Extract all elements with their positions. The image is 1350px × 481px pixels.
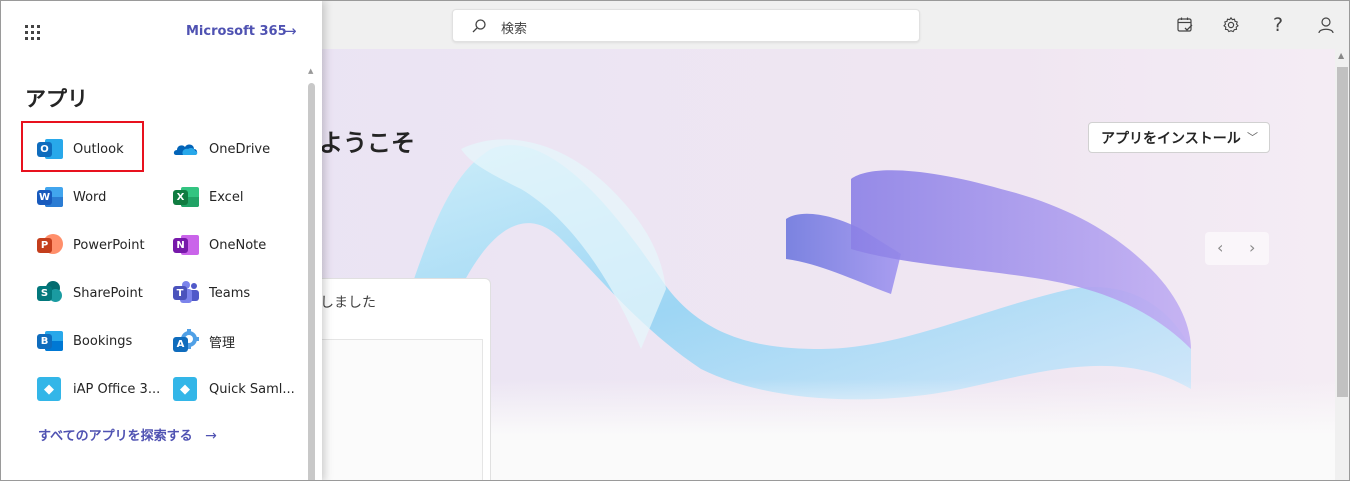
app-label: Bookings	[73, 333, 133, 349]
carousel-nav: ‹ ›	[1205, 232, 1269, 265]
excel-icon: X	[173, 184, 199, 210]
calendar-check-icon[interactable]	[1173, 13, 1197, 37]
search-placeholder: 検索	[501, 22, 528, 37]
outlook-highlight-box	[21, 121, 144, 172]
word-icon: W	[37, 184, 63, 210]
app-label: 管理	[209, 335, 236, 351]
launcher-scrollbar[interactable]: ▲	[306, 67, 317, 480]
teams-icon: T	[173, 280, 199, 306]
powerpoint-icon: P	[37, 232, 63, 258]
app-label: Quick Saml...	[209, 381, 295, 397]
app-iap-office[interactable]: ◆ iAP Office 3...	[37, 369, 160, 409]
admin-icon: A	[173, 328, 199, 354]
app-window: 検索 ? ようこそ アプリをインストール ﹀ ‹ › しました ▲ Micros…	[0, 0, 1350, 481]
app-label: Teams	[209, 285, 251, 301]
app-teams[interactable]: T Teams	[173, 273, 250, 313]
app-launcher-waffle-icon[interactable]	[25, 25, 42, 42]
app-launcher-panel: Microsoft 365 → アプリ O Outlook OneDrive W…	[1, 1, 322, 480]
onenote-icon: N	[173, 232, 199, 258]
scroll-up-icon[interactable]: ▲	[1338, 51, 1344, 60]
custom-app-cube-icon: ◆	[173, 376, 199, 402]
app-onedrive[interactable]: OneDrive	[173, 129, 270, 169]
app-excel[interactable]: X Excel	[173, 177, 243, 217]
custom-app-cube-icon: ◆	[37, 376, 63, 402]
apps-heading: アプリ	[25, 87, 88, 111]
bookings-icon: B	[37, 328, 63, 354]
account-icon[interactable]	[1314, 13, 1338, 37]
activity-card[interactable]: しました	[301, 278, 491, 480]
app-label: iAP Office 3...	[73, 381, 161, 397]
page-scrollbar-thumb[interactable]	[1337, 67, 1348, 397]
app-powerpoint[interactable]: P PowerPoint	[37, 225, 145, 265]
app-label: OneNote	[209, 237, 267, 253]
welcome-heading: ようこそ	[319, 129, 415, 157]
chevron-left-icon[interactable]: ‹	[1217, 238, 1223, 257]
sharepoint-icon: S	[37, 280, 63, 306]
app-sharepoint[interactable]: S SharePoint	[37, 273, 143, 313]
app-onenote[interactable]: N OneNote	[173, 225, 266, 265]
scroll-up-icon[interactable]: ▲	[308, 67, 313, 75]
search-box[interactable]: 検索	[452, 9, 920, 42]
help-icon[interactable]: ?	[1266, 13, 1290, 37]
activity-card-text: しました	[320, 295, 376, 311]
launcher-scrollbar-thumb[interactable]	[308, 83, 315, 480]
page-scrollbar[interactable]: ▲	[1335, 49, 1349, 480]
arrow-right-icon: →	[205, 428, 217, 444]
arrow-right-icon[interactable]: →	[284, 22, 297, 40]
app-bookings[interactable]: B Bookings	[37, 321, 132, 361]
install-apps-label: アプリをインストール	[1101, 131, 1241, 147]
app-label: Excel	[209, 189, 244, 205]
activity-card-body	[302, 339, 483, 480]
app-label: PowerPoint	[73, 237, 145, 253]
explore-all-apps-label: すべてのアプリを探索する	[38, 429, 193, 444]
explore-all-apps-link[interactable]: すべてのアプリを探索する →	[38, 425, 217, 444]
onedrive-icon	[173, 136, 199, 162]
search-icon	[472, 19, 486, 33]
app-label: OneDrive	[209, 141, 271, 157]
app-label: Word	[73, 189, 107, 205]
settings-gear-icon[interactable]	[1219, 13, 1243, 37]
install-apps-button[interactable]: アプリをインストール ﹀	[1088, 122, 1270, 153]
chevron-down-icon: ﹀	[1247, 131, 1258, 144]
microsoft-365-link[interactable]: Microsoft 365	[186, 24, 287, 39]
chevron-right-icon[interactable]: ›	[1249, 238, 1255, 257]
app-label: SharePoint	[73, 285, 143, 301]
app-admin[interactable]: A 管理	[173, 321, 235, 361]
app-quick-saml[interactable]: ◆ Quick Saml...	[173, 369, 295, 409]
app-word[interactable]: W Word	[37, 177, 106, 217]
